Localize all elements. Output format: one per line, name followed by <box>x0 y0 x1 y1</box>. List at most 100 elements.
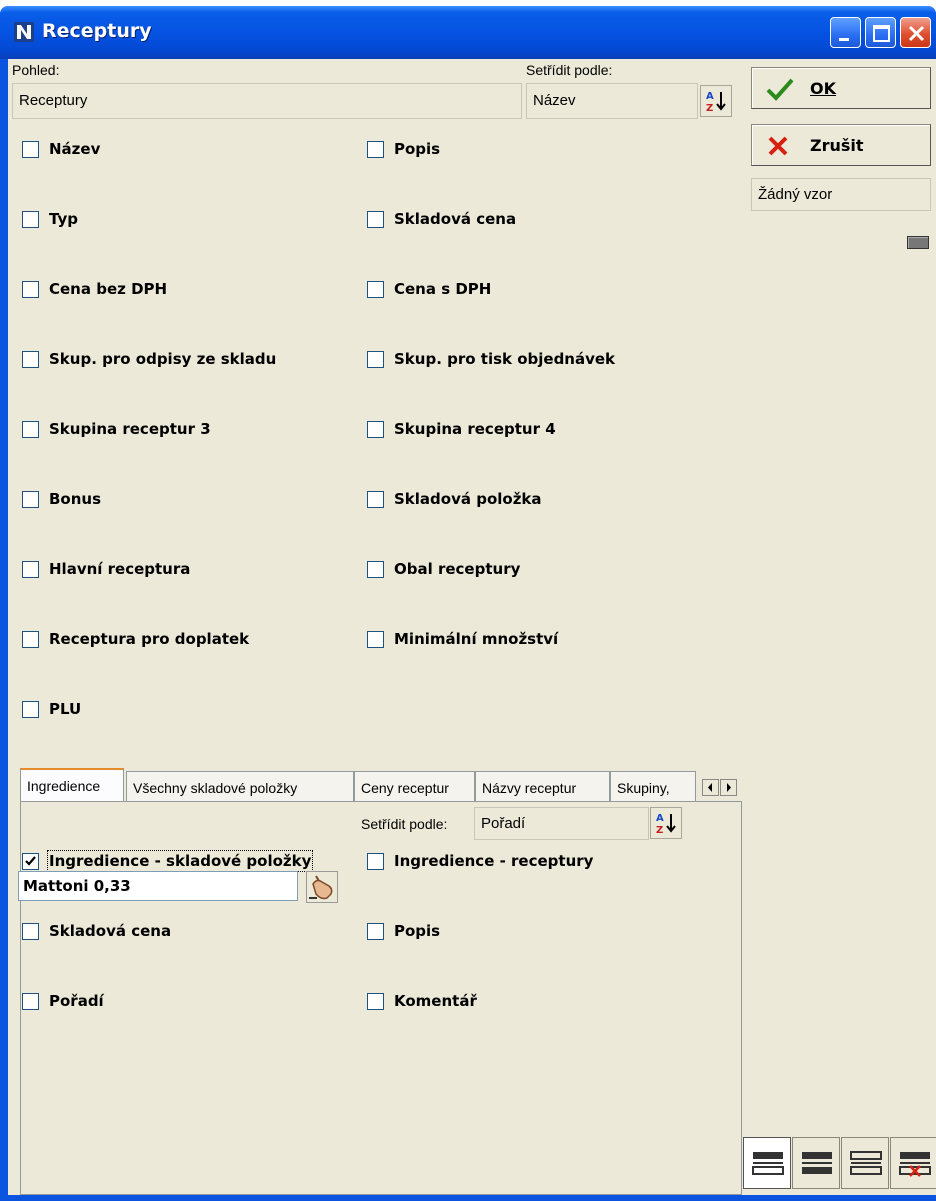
layout-rows-icon <box>802 1152 832 1174</box>
tab-field-checkbox[interactable]: Komentář <box>367 989 477 1013</box>
field-checkbox[interactable]: Skup. pro tisk objednávek <box>367 347 615 371</box>
checkbox-label: Skup. pro odpisy ze skladu <box>49 350 277 368</box>
checkbox-label: Popis <box>394 140 441 158</box>
tab-field-checkbox[interactable]: Pořadí <box>22 989 104 1013</box>
pattern-select[interactable]: Žádný vzor <box>751 178 931 211</box>
tab-field-checkbox[interactable]: Popis <box>367 919 440 943</box>
window-title: Receptury <box>42 20 152 42</box>
tab-scroll-right-button[interactable] <box>720 779 737 796</box>
checkbox[interactable] <box>367 210 384 228</box>
field-checkbox[interactable]: Cena s DPH <box>367 277 491 301</box>
checkbox-label: Komentář <box>394 992 477 1010</box>
check-icon <box>25 855 36 866</box>
tab-skupiny[interactable]: Skupiny, <box>610 771 696 803</box>
checkbox-label: Skupina receptur 4 <box>394 420 556 438</box>
field-checkbox[interactable]: Popis <box>367 137 440 161</box>
checkbox[interactable] <box>367 280 384 298</box>
checkbox-label: Bonus <box>49 490 102 508</box>
tab-ingredience[interactable]: Ingredience <box>20 768 124 804</box>
checkbox-label: Pořadí <box>49 992 104 1010</box>
checkbox[interactable] <box>367 560 384 578</box>
tab-field-checkbox[interactable]: Ingredience - receptury <box>367 849 593 873</box>
checkbox[interactable] <box>367 140 384 158</box>
checkbox[interactable] <box>22 700 39 718</box>
tab-field-checkbox[interactable]: Ingredience - skladové položky <box>22 849 314 873</box>
checkbox[interactable] <box>22 140 39 158</box>
tab-sort-label: Setřídit podle: <box>361 816 448 832</box>
close-button[interactable] <box>900 17 931 48</box>
field-checkbox[interactable]: Název <box>22 137 100 161</box>
checkbox[interactable] <box>367 490 384 508</box>
checkbox[interactable] <box>22 852 39 870</box>
checkbox[interactable] <box>367 420 384 438</box>
field-checkbox[interactable]: Skup. pro odpisy ze skladu <box>22 347 276 371</box>
tab-ceny-receptur[interactable]: Ceny receptur <box>354 771 475 803</box>
ok-button[interactable]: OK <box>751 67 931 109</box>
field-checkbox[interactable]: Minimální množství <box>367 627 558 651</box>
view-field[interactable]: Receptury <box>12 83 522 119</box>
checkbox[interactable] <box>22 560 39 578</box>
checkbox-label: Minimální množství <box>394 630 559 648</box>
checkmark-icon <box>766 78 794 101</box>
sort-field[interactable]: Název <box>526 83 698 119</box>
cancel-button[interactable]: Zrušit <box>751 124 931 166</box>
checkbox[interactable] <box>367 350 384 368</box>
checkbox[interactable] <box>22 420 39 438</box>
svg-text:A: A <box>656 813 664 824</box>
field-checkbox[interactable]: Skupina receptur 4 <box>367 417 556 441</box>
layout-button-3[interactable] <box>841 1137 889 1189</box>
minimize-button[interactable] <box>830 17 861 48</box>
field-checkbox[interactable]: Skupina receptur 3 <box>22 417 211 441</box>
sort-order-button[interactable]: A Z <box>700 85 732 117</box>
checkbox-label: Název <box>49 140 101 158</box>
cancel-x-icon <box>768 136 788 156</box>
layout-button-2[interactable] <box>792 1137 840 1189</box>
checkbox-label: Ingredience - skladové položky <box>46 850 314 872</box>
checkbox[interactable] <box>367 852 384 870</box>
checkbox[interactable] <box>22 280 39 298</box>
ingredient-input[interactable]: Mattoni 0,33 <box>18 871 298 901</box>
panel-toggle-indicator[interactable] <box>907 236 929 249</box>
pick-ingredient-button[interactable] <box>306 871 338 903</box>
field-checkbox[interactable]: Typ <box>22 207 78 231</box>
maximize-button[interactable] <box>865 17 896 48</box>
tab-vsechny-skladove-polozky[interactable]: Všechny skladové položky <box>126 771 354 803</box>
checkbox[interactable] <box>367 630 384 648</box>
field-checkbox[interactable]: Receptura pro doplatek <box>22 627 249 651</box>
checkbox-label: Popis <box>394 922 441 940</box>
svg-text:Z: Z <box>706 103 713 114</box>
tab-nazvy-receptur[interactable]: Názvy receptur <box>475 771 610 803</box>
sort-label: Setřídit podle: <box>526 62 613 78</box>
layout-rows-icon <box>850 1151 882 1175</box>
tab-sort-order-button[interactable]: A Z <box>650 807 682 839</box>
tab-field-checkbox[interactable]: Skladová cena <box>22 919 171 943</box>
tab-sort-field[interactable]: Pořadí <box>474 807 649 840</box>
field-checkbox[interactable]: PLU <box>22 697 81 721</box>
checkbox-label: Skup. pro tisk objednávek <box>394 350 616 368</box>
hand-pointer-icon <box>309 875 333 900</box>
checkbox[interactable] <box>22 210 39 228</box>
field-checkbox[interactable]: Obal receptury <box>367 557 520 581</box>
svg-text:Z: Z <box>656 825 663 836</box>
sort-az-icon: A Z <box>706 91 726 114</box>
checkbox-label: Receptura pro doplatek <box>49 630 250 648</box>
field-checkbox[interactable]: Skladová cena <box>367 207 516 231</box>
checkbox[interactable] <box>22 490 39 508</box>
tab-scroll-left-button[interactable] <box>702 779 719 796</box>
field-checkbox[interactable]: Bonus <box>22 487 101 511</box>
title-bar[interactable]: Receptury <box>0 6 936 59</box>
checkbox[interactable] <box>22 922 39 940</box>
checkbox[interactable] <box>367 992 384 1010</box>
checkbox[interactable] <box>22 630 39 648</box>
checkbox[interactable] <box>22 992 39 1010</box>
checkbox-label: Ingredience - receptury <box>394 852 594 870</box>
checkbox[interactable] <box>22 350 39 368</box>
checkbox[interactable] <box>367 922 384 940</box>
layout-button-4[interactable] <box>890 1137 936 1189</box>
field-checkbox[interactable]: Skladová položka <box>367 487 542 511</box>
field-checkbox[interactable]: Cena bez DPH <box>22 277 167 301</box>
arrow-left-icon <box>708 783 712 792</box>
field-checkbox[interactable]: Hlavní receptura <box>22 557 190 581</box>
checkbox-label: Cena bez DPH <box>49 280 168 298</box>
layout-button-1[interactable] <box>743 1137 791 1189</box>
